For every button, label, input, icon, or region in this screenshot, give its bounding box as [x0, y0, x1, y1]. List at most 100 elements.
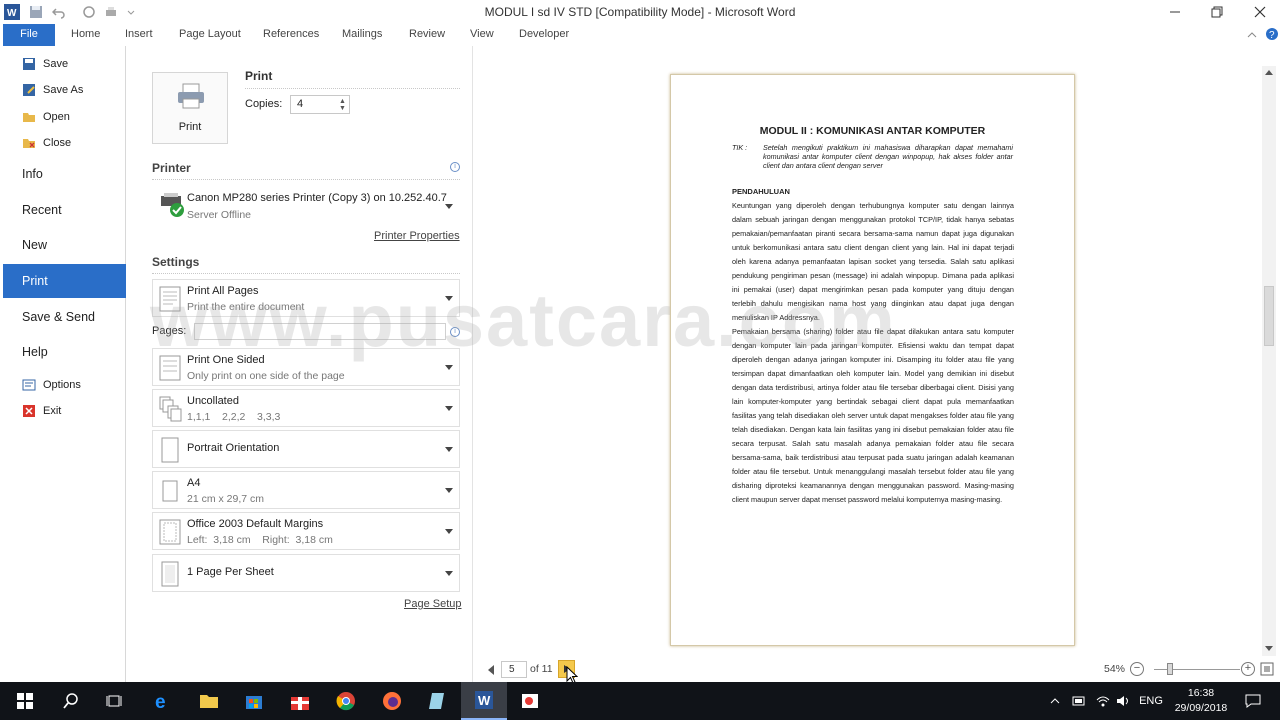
show-hidden-icons-icon[interactable] [1046, 682, 1064, 720]
copies-input[interactable]: 4 ▲ ▼ [290, 95, 350, 114]
nav-help[interactable]: Help [0, 335, 126, 369]
chevron-down-icon [445, 571, 453, 576]
pages-label: Pages: [152, 325, 187, 337]
nav-exit[interactable]: Exit [0, 399, 126, 423]
uncollated-icon [159, 396, 182, 422]
paint-app-icon[interactable] [507, 682, 553, 720]
print-button[interactable]: Print [152, 72, 228, 144]
restore-icon[interactable] [1195, 0, 1239, 24]
paper-size-dropdown[interactable]: A4 21 cm x 29,7 cm [152, 471, 460, 509]
tab-references[interactable]: References [263, 24, 319, 46]
current-page-input[interactable]: 5 [501, 661, 527, 678]
store-icon[interactable] [231, 682, 277, 720]
vertical-scrollbar[interactable] [1262, 66, 1276, 656]
chevron-down-icon [445, 529, 453, 534]
zoom-out-icon[interactable]: − [1130, 662, 1144, 676]
chevron-down-icon [445, 296, 453, 301]
task-view-icon[interactable] [92, 682, 138, 720]
pages-input[interactable] [194, 323, 446, 340]
options-icon [22, 378, 36, 392]
zoom-slider-thumb[interactable] [1167, 663, 1173, 675]
tab-page-layout[interactable]: Page Layout [179, 24, 241, 46]
close-icon[interactable] [1238, 0, 1280, 24]
margins-dropdown[interactable]: Office 2003 Default Margins Left: 3,18 c… [152, 512, 460, 550]
chrome-icon[interactable] [323, 682, 369, 720]
print-range-dropdown[interactable]: Print All Pages Print the entire documen… [152, 279, 460, 317]
tab-file[interactable]: File [3, 24, 55, 46]
battery-icon[interactable] [1070, 682, 1088, 720]
zoom-level[interactable]: 54% [1104, 663, 1125, 675]
save-icon [22, 57, 36, 71]
gift-app-icon[interactable] [277, 682, 323, 720]
language-indicator[interactable]: ENG [1136, 682, 1166, 720]
tab-developer[interactable]: Developer [519, 24, 569, 46]
page-setup-link[interactable]: Page Setup [404, 598, 462, 610]
edge-browser-icon[interactable]: e [140, 682, 186, 720]
window-title: MODUL I sd IV STD [Compatibility Mode] -… [484, 5, 796, 19]
printer-name: Canon MP280 series Printer (Copy 3) on 1… [187, 192, 447, 204]
tab-review[interactable]: Review [409, 24, 445, 46]
margins-icon [159, 519, 181, 545]
nav-save-send[interactable]: Save & Send [0, 300, 126, 334]
tab-mailings[interactable]: Mailings [342, 24, 382, 46]
volume-icon[interactable] [1114, 682, 1132, 720]
printer-properties-link[interactable]: Printer Properties [374, 230, 460, 242]
scroll-up-icon[interactable] [1265, 70, 1273, 75]
page-count: of 11 [530, 663, 553, 675]
document-title: MODUL II : KOMUNIKASI ANTAR KOMPUTER [759, 125, 986, 137]
file-explorer-icon[interactable] [186, 682, 232, 720]
scroll-down-icon[interactable] [1265, 646, 1273, 651]
sides-dropdown[interactable]: Print One Sided Only print on one side o… [152, 348, 460, 386]
tab-insert[interactable]: Insert [125, 24, 153, 46]
document-body: Keuntungan yang diperoleh dengan terhubu… [732, 199, 1014, 507]
firefox-icon[interactable] [369, 682, 415, 720]
help-icon[interactable]: ? [1265, 27, 1279, 44]
previous-page-icon[interactable] [488, 665, 494, 675]
tik-text: Setelah mengikuti praktikum ini mahasisw… [763, 143, 1013, 170]
info-icon[interactable]: i [450, 162, 460, 172]
paragraph: Pemakaian bersama (sharing) folder atau … [732, 327, 1014, 504]
notepad-app-icon[interactable] [415, 682, 461, 720]
tab-view[interactable]: View [470, 24, 494, 46]
nav-recent[interactable]: Recent [0, 193, 126, 227]
spin-down-icon[interactable]: ▼ [339, 105, 347, 112]
system-clock[interactable]: 16:38 29/09/2018 [1172, 686, 1230, 716]
chevron-down-icon [445, 204, 453, 209]
nav-save-as[interactable]: Save As [0, 78, 126, 102]
nav-print[interactable]: Print [3, 264, 133, 298]
zoom-in-icon[interactable]: + [1241, 662, 1255, 676]
pages-per-sheet-dropdown[interactable]: 1 Page Per Sheet [152, 554, 460, 592]
minimize-ribbon-icon[interactable] [1247, 29, 1257, 43]
printer-dropdown[interactable]: Canon MP280 series Printer (Copy 3) on 1… [152, 185, 460, 225]
ribbon-tabs: File Home Insert Page Layout References … [0, 24, 1280, 46]
nav-options[interactable]: Options [0, 373, 126, 397]
spin-up-icon[interactable]: ▲ [339, 98, 347, 105]
notifications-icon[interactable] [1242, 682, 1264, 720]
nav-save[interactable]: Save [0, 52, 126, 76]
word-taskbar-icon[interactable]: W [461, 682, 507, 720]
preview-page: MODUL II : KOMUNIKASI ANTAR KOMPUTER TIK… [670, 74, 1075, 646]
printer-ready-icon [159, 192, 184, 218]
paragraph: Keuntungan yang diperoleh dengan terhubu… [732, 201, 1014, 322]
nav-new[interactable]: New [0, 228, 126, 262]
scroll-thumb[interactable] [1264, 286, 1274, 346]
tab-home[interactable]: Home [71, 24, 100, 46]
nav-close[interactable]: Close [0, 131, 126, 155]
info-icon[interactable]: i [450, 327, 460, 337]
title-bar: W MODUL I sd IV STD [Compatibility Mode]… [0, 0, 1280, 24]
collation-dropdown[interactable]: Uncollated 1,1,1 2,2,2 3,3,3 [152, 389, 460, 427]
nav-info[interactable]: Info [0, 157, 126, 191]
one-sided-icon [159, 355, 181, 381]
nav-open[interactable]: Open [0, 105, 126, 129]
svg-text:W: W [478, 693, 491, 708]
windows-start-icon[interactable] [2, 682, 48, 720]
save-as-icon [22, 83, 36, 97]
divider [152, 179, 460, 180]
minimize-icon[interactable] [1153, 0, 1197, 24]
search-icon[interactable] [48, 682, 94, 720]
copies-label: Copies: [245, 98, 283, 110]
taskbar: e W ENG 16:38 29/09/2018 [0, 682, 1280, 720]
orientation-dropdown[interactable]: Portrait Orientation [152, 430, 460, 468]
wifi-icon[interactable] [1094, 682, 1112, 720]
zoom-to-page-icon[interactable] [1260, 662, 1274, 679]
